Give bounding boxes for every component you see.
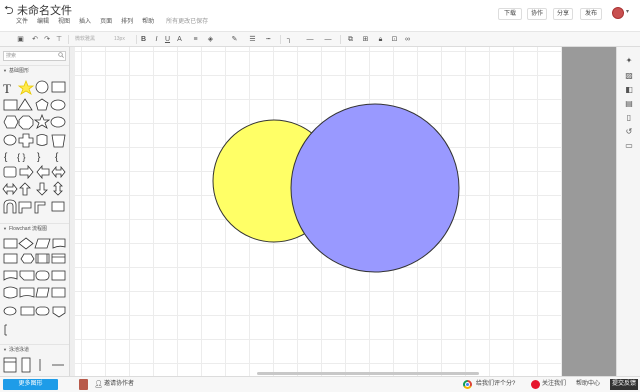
drawing-canvas[interactable] [75,47,562,376]
search-icon[interactable] [58,52,64,58]
publish-button[interactable]: 发布 [580,8,602,20]
chevron-down-icon[interactable]: ▾ [626,8,629,15]
underline-button[interactable]: U [164,35,171,44]
line-width-icon[interactable]: ☰ [248,35,257,44]
more-shapes-button[interactable]: 更多图形 [3,379,58,390]
format-painter-icon[interactable]: ▣ [16,35,25,44]
back-arrow-icon[interactable]: ⮌ [4,4,14,16]
caret-down-icon: ▼ [3,347,7,352]
invite-collaborators-link[interactable]: 邀请协作者 [104,380,134,389]
save-status: 所有更改已保存 [166,19,209,25]
compass-icon[interactable]: ✦ [624,56,634,66]
shape-search-input[interactable]: 搜索 [3,51,66,61]
right-gutter [562,47,616,376]
canvas-shapes [212,103,460,273]
end-arrow-icon[interactable]: — [321,35,335,44]
svg-text:{ }: { } [17,152,26,162]
caret-down-icon: ▼ [3,226,7,231]
add-user-icon[interactable]: 👤︎ [94,380,103,389]
menu-help[interactable]: 帮助 [142,17,154,27]
history-icon[interactable]: ↺ [624,127,634,137]
canvas-area [70,47,568,376]
font-family-select[interactable]: 微软雅黑 [75,35,111,44]
bold-button[interactable]: B [140,35,147,44]
bottom-bar: 更多图形 👤︎ 邀请协作者 给我们评个分? 关注我们 帮助中心 提交反馈 [0,376,640,392]
rate-us-link[interactable]: 给我们评个分? [476,380,515,389]
user-avatar[interactable] [612,7,624,19]
section-swimlanes[interactable]: ▼ 泳池泳道 [0,344,69,353]
flowchart-shapes-palette[interactable] [0,234,70,344]
svg-text:T: T [3,81,11,96]
caret-down-icon: ▼ [3,68,7,73]
section-label: 泳池泳道 [8,347,29,353]
section-label: Flowchart 流程图 [8,226,48,232]
redo-icon[interactable]: ↷ [43,35,51,44]
link-icon[interactable]: ∞ [403,35,412,44]
svg-text:{: { [55,152,59,163]
svg-text:{: { [4,152,8,163]
menu-view[interactable]: 视图 [58,17,70,27]
document-title[interactable]: 未命名文件 [17,2,72,18]
format-toolbar: ▣ ↶ ↷ ⊤ 微软雅黑 13px B I U A ≡ ◈ ✎ ☰ ┅ ┐ — … [0,31,640,75]
toolbar-divider [280,35,281,44]
italic-button[interactable]: I [153,35,160,44]
menu-bar: 文件 编辑 视图 插入 页面 排列 帮助 所有更改已保存 [16,17,208,27]
app-window: ⮌ 未命名文件 文件 编辑 视图 插入 页面 排列 帮助 所有更改已保存 下载 … [0,0,640,392]
group-icon[interactable]: ⊡ [390,35,399,44]
align-icon[interactable]: ≡ [191,35,200,44]
collaborator-avatar [79,379,88,390]
arrange-icon[interactable]: ⧉ [346,35,355,44]
page-icon[interactable]: ▯ [624,113,634,123]
chrome-icon [463,380,472,389]
fill-color-icon[interactable]: ◈ [206,35,215,44]
menu-arrange[interactable]: 排列 [121,17,133,27]
section-basic-shapes[interactable]: ▼ 基础图形 [0,65,69,74]
purple-circle-shape[interactable] [290,103,460,273]
section-flowchart[interactable]: ▼ Flowchart 流程图 [0,223,69,232]
share-button[interactable]: 分享 [553,8,573,20]
swimlane-shapes-palette[interactable] [0,355,70,375]
menu-page[interactable]: 页面 [100,17,112,27]
feedback-button[interactable]: 提交反馈 [610,379,638,390]
start-arrow-icon[interactable]: — [303,35,317,44]
undo-icon[interactable]: ↶ [31,35,39,44]
connector-type-icon[interactable]: ┐ [285,35,294,44]
comment-icon[interactable]: ▭ [624,141,634,151]
download-button[interactable]: 下载 [498,8,522,20]
line-color-icon[interactable]: ✎ [230,35,239,44]
menu-file[interactable]: 文件 [16,17,28,27]
toolbar-divider [136,35,137,44]
menu-edit[interactable]: 编辑 [37,17,49,27]
image-icon[interactable]: ▨ [624,71,634,81]
shape-library-sidebar: 搜索 ▼ 基础图形 T {{}} {▼ Flowchart 流程图 ▼ … [0,47,70,376]
weibo-icon [531,380,540,389]
menu-insert[interactable]: 插入 [79,17,91,27]
title-bar: ⮌ 未命名文件 文件 编辑 视图 插入 页面 排列 帮助 所有更改已保存 下载 … [0,0,640,31]
line-style-icon[interactable]: ┅ [264,35,273,44]
follow-us-link[interactable]: 关注我们 [542,380,566,389]
horizontal-scrollbar[interactable] [257,372,479,375]
font-color-button[interactable]: A [176,35,183,44]
pages-icon[interactable]: ▤ [624,99,634,109]
lock-icon[interactable]: 🔒︎ [376,35,385,44]
layers-icon[interactable]: ◧ [624,85,634,95]
align-objects-icon[interactable]: ⊞ [361,35,370,44]
help-center-link[interactable]: 帮助中心 [576,380,600,389]
toolbar-divider [340,35,341,44]
right-tool-panel: ✦ ▨ ◧ ▤ ▯ ↺ ▭ [616,47,640,376]
font-size-select[interactable]: 13px [114,35,134,44]
paint-format-icon[interactable]: ⊤ [55,35,63,44]
svg-text:}: } [37,152,41,163]
toolbar-divider [68,35,69,44]
collaborate-button[interactable]: 协作 [527,8,547,20]
section-label: 基础图形 [8,68,29,74]
